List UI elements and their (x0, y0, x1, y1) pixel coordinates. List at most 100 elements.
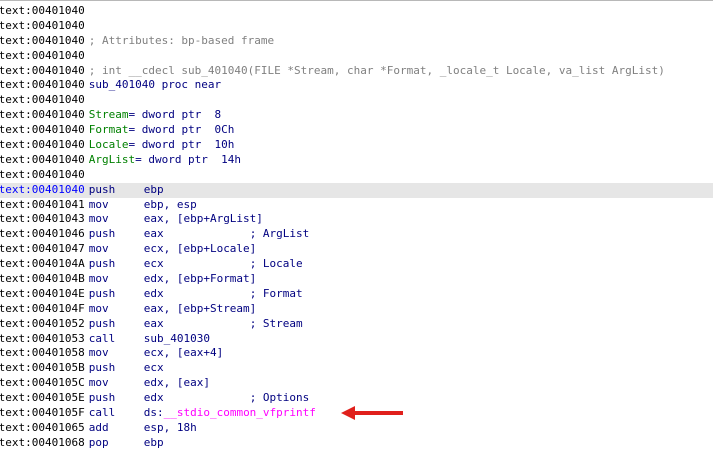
code-line[interactable]: .text:0040104E push edx ; Format (0, 287, 713, 302)
line-address: .text:00401040 (0, 93, 85, 107)
line-address: .text:0040105C (0, 376, 85, 390)
code-line[interactable]: .text:00401040; Attributes: bp-based fra… (0, 34, 713, 49)
auto-comment: ; Options (249, 391, 310, 405)
instruction-mnemonic[interactable]: push (89, 227, 144, 242)
code-line[interactable]: .text:00401041 mov ebp, esp (0, 198, 713, 213)
code-line[interactable]: .text:0040105E push edx ; Options (0, 391, 713, 406)
comment-text: ; int __cdecl sub_401040(FILE *Stream, c… (88, 63, 665, 77)
line-address: .text:00401040 (0, 33, 85, 47)
code-line[interactable]: .text:00401040 (0, 4, 713, 19)
line-address: .text:0040105B (0, 361, 85, 375)
instruction-operands[interactable]: eax, [ebp+ArgList] (144, 212, 263, 225)
code-line[interactable]: .text:00401053 call sub_401030 (0, 332, 713, 347)
instruction-operands[interactable]: ecx, [eax+4] (144, 346, 223, 359)
code-line[interactable]: .text:0040104A push ecx ; Locale (0, 257, 713, 272)
instruction-mnemonic[interactable]: mov (89, 212, 144, 227)
instruction-mnemonic[interactable]: pop (89, 436, 144, 451)
code-line[interactable]: .text:00401065 add esp, 18h (0, 421, 713, 436)
instruction-mnemonic[interactable]: push (89, 317, 144, 332)
instruction-operands[interactable]: eax (144, 227, 250, 240)
code-line[interactable]: .text:00401040 Locale= dword ptr 10h (0, 138, 713, 153)
code-line[interactable]: .text:00401040 sub_401040 proc near (0, 78, 713, 93)
line-address: .text:0040104E (0, 286, 85, 300)
code-line[interactable]: .text:00401046 push eax ; ArgList (0, 227, 713, 242)
code-line[interactable]: .text:00401043 mov eax, [ebp+ArgList] (0, 212, 713, 227)
instruction-mnemonic[interactable]: mov (89, 346, 144, 361)
instruction-operands[interactable]: eax (144, 317, 250, 330)
instruction-mnemonic[interactable]: push (89, 257, 144, 272)
line-address: .text:00401068 (0, 435, 85, 449)
stack-variable-definition: = dword ptr 10h (128, 138, 235, 152)
code-line[interactable]: .text:00401047 mov ecx, [ebp+Locale] (0, 242, 713, 257)
line-address: .text:0040104F (0, 301, 85, 315)
line-address: .text:00401040 (0, 167, 85, 181)
code-line[interactable]: .text:00401068 pop ebp (0, 436, 713, 451)
instruction-operands[interactable]: edx (144, 391, 250, 404)
line-address: .text:00401058 (0, 346, 85, 360)
code-line[interactable]: .text:00401058 mov ecx, [eax+4] (0, 346, 713, 361)
instruction-mnemonic[interactable]: push (89, 391, 144, 406)
imported-function-name[interactable]: __stdio_common_vfprintf (164, 406, 316, 419)
code-line[interactable]: .text:00401052 push eax ; Stream (0, 317, 713, 332)
instruction-operands[interactable]: edx (144, 287, 250, 300)
instruction-operands[interactable]: edx, [eax] (144, 376, 210, 389)
code-line[interactable]: .text:0040104F mov eax, [ebp+Stream] (0, 302, 713, 317)
instruction-operands[interactable]: ebp (144, 436, 164, 449)
line-address: .text:00401040 (0, 182, 85, 196)
instruction-operands[interactable]: edx, [ebp+Format] (144, 272, 257, 285)
stack-variable-name[interactable]: Format (89, 123, 129, 136)
instruction-operands[interactable]: ecx, [ebp+Locale] (144, 242, 257, 255)
instruction-mnemonic[interactable]: mov (89, 242, 144, 257)
line-address: .text:0040105E (0, 391, 85, 405)
line-address: .text:00401046 (0, 227, 85, 241)
line-address: .text:00401041 (0, 197, 85, 211)
instruction-mnemonic[interactable]: mov (89, 376, 144, 391)
code-line[interactable]: .text:0040104B mov edx, [ebp+Format] (0, 272, 713, 287)
line-address: .text:00401040 (0, 48, 85, 62)
code-line[interactable]: .text:00401040 Stream= dword ptr 8 (0, 108, 713, 123)
instruction-operands[interactable]: esp, 18h (144, 421, 197, 434)
instruction-mnemonic[interactable]: push (89, 183, 144, 198)
instruction-operands[interactable]: ecx (144, 361, 164, 374)
code-line[interactable]: .text:00401040 ArgList= dword ptr 14h (0, 153, 713, 168)
code-line[interactable]: .text:00401040 (0, 49, 713, 64)
code-line[interactable]: .text:00401040 (0, 168, 713, 183)
code-line[interactable]: .text:00401040 (0, 93, 713, 108)
instruction-mnemonic[interactable]: add (89, 421, 144, 436)
line-address: .text:00401047 (0, 242, 85, 256)
instruction-operands[interactable]: sub_401030 (144, 332, 210, 345)
instruction-operands[interactable]: ebp (144, 183, 164, 196)
auto-comment: ; ArgList (249, 227, 310, 241)
stack-variable-definition: = dword ptr 0Ch (128, 123, 235, 137)
code-line[interactable]: .text:0040105C mov edx, [eax] (0, 376, 713, 391)
line-address: .text:00401053 (0, 331, 85, 345)
proc-declaration[interactable]: sub_401040 proc near (89, 78, 221, 91)
red-arrow-icon (341, 406, 403, 420)
instruction-mnemonic[interactable]: mov (89, 302, 144, 317)
instruction-mnemonic[interactable]: call (89, 332, 144, 347)
instruction-operands[interactable]: eax, [ebp+Stream] (144, 302, 257, 315)
instruction-operands[interactable]: ecx (144, 257, 250, 270)
code-line[interactable]: .text:0040105B push ecx (0, 361, 713, 376)
instruction-mnemonic[interactable]: mov (89, 198, 144, 213)
line-address: .text:0040105F (0, 406, 85, 420)
line-address: .text:00401065 (0, 420, 85, 434)
instruction-operands[interactable]: ds: (144, 406, 164, 419)
instruction-mnemonic[interactable]: push (89, 361, 144, 376)
line-address: .text:00401040 (0, 138, 85, 152)
stack-variable-name[interactable]: Locale (89, 138, 129, 151)
code-line[interactable]: .text:00401040; int __cdecl sub_401040(F… (0, 64, 713, 79)
stack-variable-definition: = dword ptr 14h (135, 152, 242, 166)
stack-variable-name[interactable]: Stream (89, 108, 129, 121)
instruction-mnemonic[interactable]: push (89, 287, 144, 302)
code-line[interactable]: .text:00401040 push ebp (0, 182, 713, 198)
instruction-operands[interactable]: ebp, esp (144, 198, 197, 211)
line-address: .text:0040104A (0, 257, 85, 271)
code-line[interactable]: .text:00401040 (0, 19, 713, 34)
code-line[interactable]: .text:00401040 Format= dword ptr 0Ch (0, 123, 713, 138)
instruction-mnemonic[interactable]: call (89, 406, 144, 421)
stack-variable-name[interactable]: ArgList (89, 153, 135, 166)
line-address: .text:00401052 (0, 316, 85, 330)
auto-comment: ; Format (249, 286, 303, 300)
instruction-mnemonic[interactable]: mov (89, 272, 144, 287)
